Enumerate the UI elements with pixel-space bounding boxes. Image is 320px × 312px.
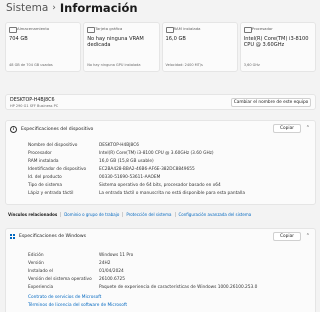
chevron-up-icon[interactable]: ⌃: [306, 233, 310, 239]
chevron-up-icon[interactable]: ⌃: [306, 125, 310, 131]
related-links: Vínculos relacionados Dominio o grupo de…: [5, 209, 316, 219]
spec-row: Experiencia Paquete de experiencia de car…: [28, 285, 258, 290]
spec-row: Identificador de dispositivo EC2BA428-BBA…: [28, 167, 195, 172]
cpu-icon: [243, 27, 252, 33]
ram-icon: [165, 27, 174, 33]
spec-row: Procesador Intel(R) Core(TM) i3-8100 CPU …: [28, 151, 214, 156]
storage-icon: [9, 27, 17, 33]
rename-pc-button[interactable]: Cambiar el nombre de este equipo: [231, 98, 311, 107]
card-value: Intel(R) Core(TM) i3-8100 CPU @ 3.60GHz: [243, 36, 309, 48]
link-system-protection[interactable]: Protección del sistema: [122, 211, 174, 217]
card-title: Procesador: [251, 26, 273, 31]
spec-row: Versión 24H2: [28, 261, 111, 266]
card-subtitle: 48 GB de 704 GB usados: [9, 63, 53, 67]
spec-row: Versión del sistema operativo 26100.6725: [28, 277, 125, 282]
spec-row: Lápiz y entrada táctil La entrada táctil …: [28, 191, 245, 196]
windows-icon: [10, 234, 15, 239]
copy-device-specs-button[interactable]: Copiar: [273, 124, 301, 133]
windows-specs-title: Especificaciones de Windows: [19, 234, 86, 239]
card-value: 16,0 GB: [165, 36, 186, 42]
spec-row: RAM instalada 16,0 GB (15,8 GB usable): [28, 159, 154, 164]
card-value: 704 GB: [9, 36, 28, 42]
device-name: DESKTOP-H4BJ8C6: [10, 98, 55, 103]
link-domain-workgroup[interactable]: Dominio o grupo de trabajo: [60, 211, 122, 217]
windows-specs-section: Especificaciones de Windows Copiar ⌃ Edi…: [5, 228, 316, 312]
device-specs-title: Especificaciones del dispositivo: [21, 127, 94, 132]
summary-cards: Almacenamiento 704 GB 48 GB de 704 GB us…: [5, 22, 316, 72]
card-subtitle: 3,60 GHz: [243, 63, 260, 67]
card-title: Tarjeta gráfica: [95, 26, 123, 31]
device-specs-section: i Especificaciones del dispositivo Copia…: [5, 120, 316, 205]
breadcrumb: Sistema › Información: [6, 0, 138, 16]
spec-row: Nombre del dispositivo DESKTOP-H4BJ8C6: [28, 143, 139, 148]
card-subtitle: No hay ninguna GPU instalada: [87, 63, 141, 67]
gpu-card[interactable]: Tarjeta gráfica No hay ninguna VRAM dedi…: [83, 22, 160, 72]
info-icon: i: [10, 126, 17, 133]
storage-card[interactable]: Almacenamiento 704 GB 48 GB de 704 GB us…: [5, 22, 82, 72]
copy-windows-specs-button[interactable]: Copiar: [273, 232, 301, 241]
spec-row: Tipo de sistema Sistema operativo de 64 b…: [28, 183, 221, 188]
card-subtitle: Velocidad: 2400 MT/s: [165, 63, 203, 67]
card-title: Almacenamiento: [17, 26, 50, 31]
card-title: RAM instalada: [173, 26, 201, 31]
breadcrumb-parent[interactable]: Sistema: [6, 2, 48, 14]
link-microsoft-license-terms[interactable]: Términos de licencia del software de Mic…: [28, 303, 127, 308]
page-title: Información: [59, 1, 138, 15]
device-panel: DESKTOP-H4BJ8C6 HP 290 G1 SFF Business P…: [5, 94, 316, 110]
link-microsoft-services-agreement[interactable]: Contrato de servicios de Microsoft: [28, 295, 101, 300]
spec-row: Edición Windows 11 Pro: [28, 253, 134, 258]
cpu-card[interactable]: Procesador Intel(R) Core(TM) i3-8100 CPU…: [239, 22, 316, 72]
link-advanced-settings[interactable]: Configuración avanzada del sistema: [174, 211, 255, 217]
ram-card[interactable]: RAM instalada 16,0 GB Velocidad: 2400 MT…: [161, 22, 238, 72]
breadcrumb-separator: ›: [52, 3, 56, 13]
device-specs-header[interactable]: i Especificaciones del dispositivo: [10, 126, 93, 133]
spec-row: Instalado el 01/04/2024: [28, 269, 124, 274]
windows-specs-header[interactable]: Especificaciones de Windows: [10, 234, 86, 239]
related-links-label: Vínculos relacionados: [8, 211, 58, 217]
spec-row: Id. del producto 00330-51690-53611-AAOEM: [28, 175, 161, 180]
device-model: HP 290 G1 SFF Business PC: [10, 104, 59, 108]
card-value: No hay ninguna VRAM dedicada: [87, 36, 144, 48]
gpu-icon: [87, 27, 96, 33]
